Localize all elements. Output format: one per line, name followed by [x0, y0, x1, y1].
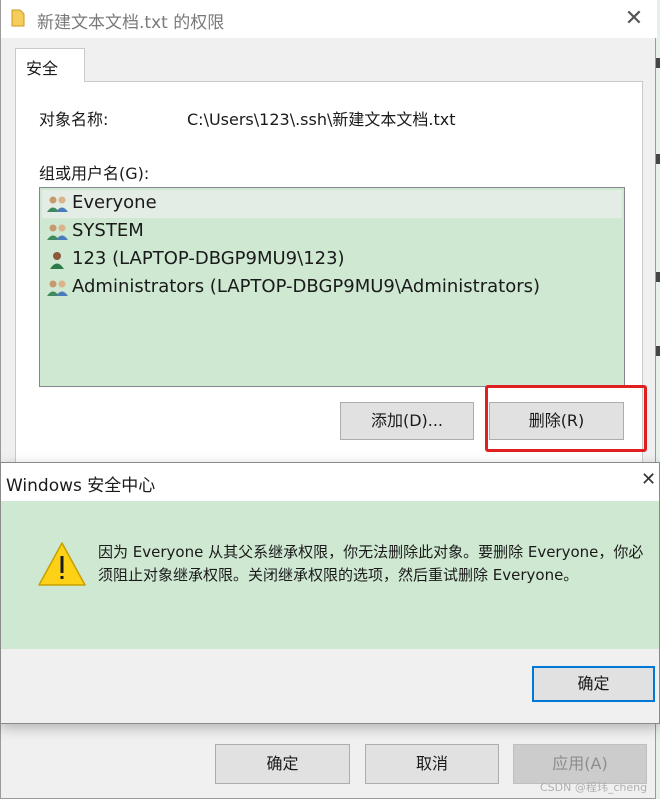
user-group-icon — [47, 280, 68, 296]
user-name: SYSTEM — [72, 220, 144, 241]
alert-body: 因为 Everyone 从其父系继承权限，你无法删除此对象。要删除 Everyo… — [1, 501, 659, 649]
list-item[interactable]: Administrators (LAPTOP-DBGP9MU9\Administ… — [42, 274, 622, 302]
apply-button[interactable]: 应用(A) — [513, 744, 647, 784]
group-or-user-label: 组或用户名(G): — [39, 164, 150, 183]
user-name: Everyone — [72, 192, 157, 213]
users-list[interactable]: Everyone SYSTEM 123 (LAPTOP-DBGP9MU9\123… — [39, 187, 625, 387]
user-name: Administrators (LAPTOP-DBGP9MU9\Administ… — [72, 276, 541, 297]
user-icon — [50, 252, 64, 269]
title-bar: 新建文本文档.txt 的权限 ✕ — [1, 0, 657, 38]
close-icon[interactable]: ✕ — [617, 4, 651, 34]
watermark: CSDN @程玮_cheng — [540, 781, 648, 794]
security-alert-dialog: Windows 安全中心 ✕ 因为 Everyone 从其父系继承权限，你无法删… — [0, 462, 660, 724]
highlight-annotation — [485, 385, 647, 452]
cancel-button[interactable]: 取消 — [365, 744, 499, 784]
user-name: 123 (LAPTOP-DBGP9MU9\123) — [72, 248, 345, 269]
warning-icon — [38, 542, 86, 586]
window-title: 新建文本文档.txt 的权限 — [37, 13, 225, 33]
add-button[interactable]: 添加(D)... — [340, 402, 474, 440]
alert-ok-button[interactable]: 确定 — [532, 666, 655, 702]
file-icon — [11, 9, 25, 27]
alert-title-bar: Windows 安全中心 ✕ — [1, 463, 659, 501]
user-group-icon — [47, 224, 68, 240]
alert-message: 因为 Everyone 从其父系继承权限，你无法删除此对象。要删除 Everyo… — [98, 543, 644, 584]
tab-label: 安全 — [26, 59, 59, 78]
user-group-icon — [47, 196, 68, 212]
list-item[interactable]: 123 (LAPTOP-DBGP9MU9\123) — [42, 246, 622, 274]
ok-button[interactable]: 确定 — [215, 744, 350, 784]
alert-title: Windows 安全中心 — [6, 476, 156, 496]
list-item[interactable]: Everyone — [42, 190, 622, 218]
object-name-label: 对象名称: — [39, 110, 109, 129]
object-path: C:\Users\123\.ssh\新建文本文档.txt — [187, 110, 456, 129]
list-item[interactable]: SYSTEM — [42, 218, 622, 246]
tab-security[interactable]: 安全 — [15, 48, 85, 82]
close-icon[interactable]: ✕ — [641, 469, 656, 490]
